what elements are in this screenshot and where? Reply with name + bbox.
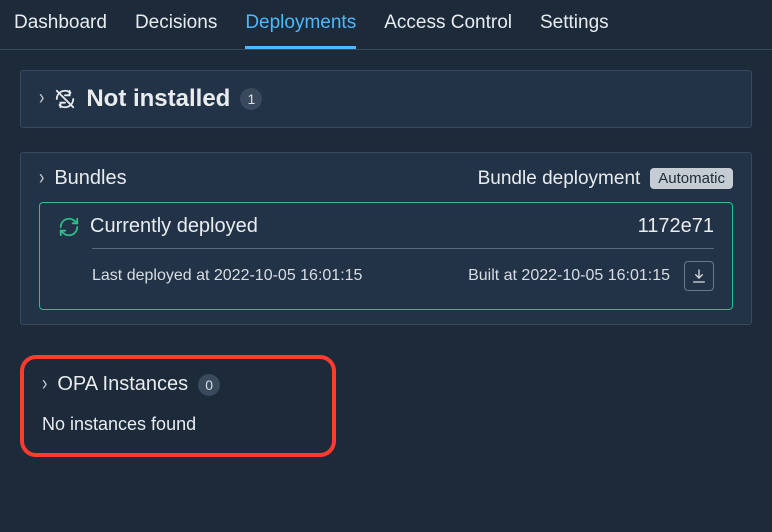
bundles-header: › Bundles Bundle deployment Automatic	[39, 167, 733, 190]
opa-instances-title: OPA Instances	[57, 373, 188, 396]
not-installed-header[interactable]: › Not installed 1	[39, 85, 733, 113]
tab-dashboard[interactable]: Dashboard	[14, 12, 107, 49]
opa-instances-highlight: › OPA Instances 0 No instances found	[20, 355, 336, 457]
opa-instances-count-badge: 0	[198, 374, 220, 396]
currently-deployed-card: Currently deployed 1172e71 Last deployed…	[39, 202, 733, 310]
bundle-deployment-label: Bundle deployment	[478, 168, 641, 190]
deploy-top-row: Currently deployed 1172e71	[58, 215, 714, 238]
bundle-hash: 1172e71	[638, 215, 714, 238]
deploy-meta-row: Last deployed at 2022-10-05 16:01:15 Bui…	[92, 261, 714, 291]
opa-instances-header[interactable]: › OPA Instances 0	[42, 373, 314, 396]
content-area: › Not installed 1 › Bundles Bundle depl	[0, 50, 772, 477]
refresh-check-icon	[58, 216, 80, 238]
download-icon	[691, 268, 707, 284]
divider	[92, 248, 714, 249]
chevron-right-icon: ›	[42, 373, 47, 396]
meta-right: Built at 2022-10-05 16:01:15	[468, 261, 714, 291]
last-deployed-text: Last deployed at 2022-10-05 16:01:15	[92, 267, 362, 285]
deploy-left: Currently deployed	[58, 215, 258, 238]
not-installed-panel: › Not installed 1	[20, 70, 752, 128]
opa-empty-text: No instances found	[42, 414, 314, 435]
not-installed-count-badge: 1	[240, 88, 262, 110]
tab-deployments[interactable]: Deployments	[245, 12, 356, 49]
sync-off-icon	[54, 88, 76, 110]
bundle-deployment-mode-badge: Automatic	[650, 168, 733, 189]
built-at-text: Built at 2022-10-05 16:01:15	[468, 267, 670, 285]
bundles-header-left[interactable]: › Bundles	[39, 167, 127, 190]
chevron-right-icon: ›	[39, 87, 44, 110]
tab-bar: Dashboard Decisions Deployments Access C…	[0, 0, 772, 50]
download-button[interactable]	[684, 261, 714, 291]
tab-access-control[interactable]: Access Control	[384, 12, 512, 49]
bundle-deployment-mode: Bundle deployment Automatic	[478, 168, 733, 190]
bundles-title: Bundles	[54, 167, 126, 190]
tab-settings[interactable]: Settings	[540, 12, 609, 49]
not-installed-title: Not installed	[86, 85, 230, 113]
tab-decisions[interactable]: Decisions	[135, 12, 217, 49]
chevron-right-icon: ›	[39, 167, 44, 190]
bundles-panel: › Bundles Bundle deployment Automatic	[20, 152, 752, 325]
currently-deployed-label: Currently deployed	[90, 215, 258, 238]
